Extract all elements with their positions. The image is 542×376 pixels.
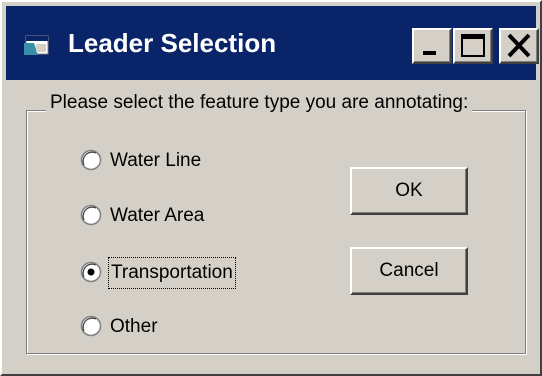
- minimize-icon: [423, 51, 436, 55]
- close-button[interactable]: [499, 28, 539, 64]
- maximize-button[interactable]: [453, 28, 493, 64]
- radio-unchecked-icon[interactable]: [80, 204, 102, 226]
- radio-unchecked-icon[interactable]: [80, 149, 102, 171]
- radio-checked-icon[interactable]: [80, 261, 102, 283]
- radio-label: Water Area: [110, 205, 205, 226]
- radio-label: Transportation: [108, 257, 236, 289]
- cancel-button[interactable]: Cancel: [350, 247, 468, 295]
- radio-label: Other: [110, 316, 158, 337]
- radio-label: Water Line: [110, 150, 202, 171]
- app-window-icon: [24, 35, 49, 55]
- ok-button[interactable]: OK: [350, 167, 468, 215]
- maximize-icon: [461, 34, 485, 57]
- leader-selection-dialog: Leader Selection Please select the featu…: [0, 0, 542, 376]
- feature-type-group-label: Please select the feature type you are a…: [46, 88, 473, 118]
- title-bar[interactable]: Leader Selection: [6, 6, 539, 80]
- close-icon: [507, 33, 531, 58]
- minimize-button[interactable]: [412, 28, 452, 64]
- window-title: Leader Selection: [68, 28, 277, 58]
- radio-unchecked-icon[interactable]: [80, 315, 102, 337]
